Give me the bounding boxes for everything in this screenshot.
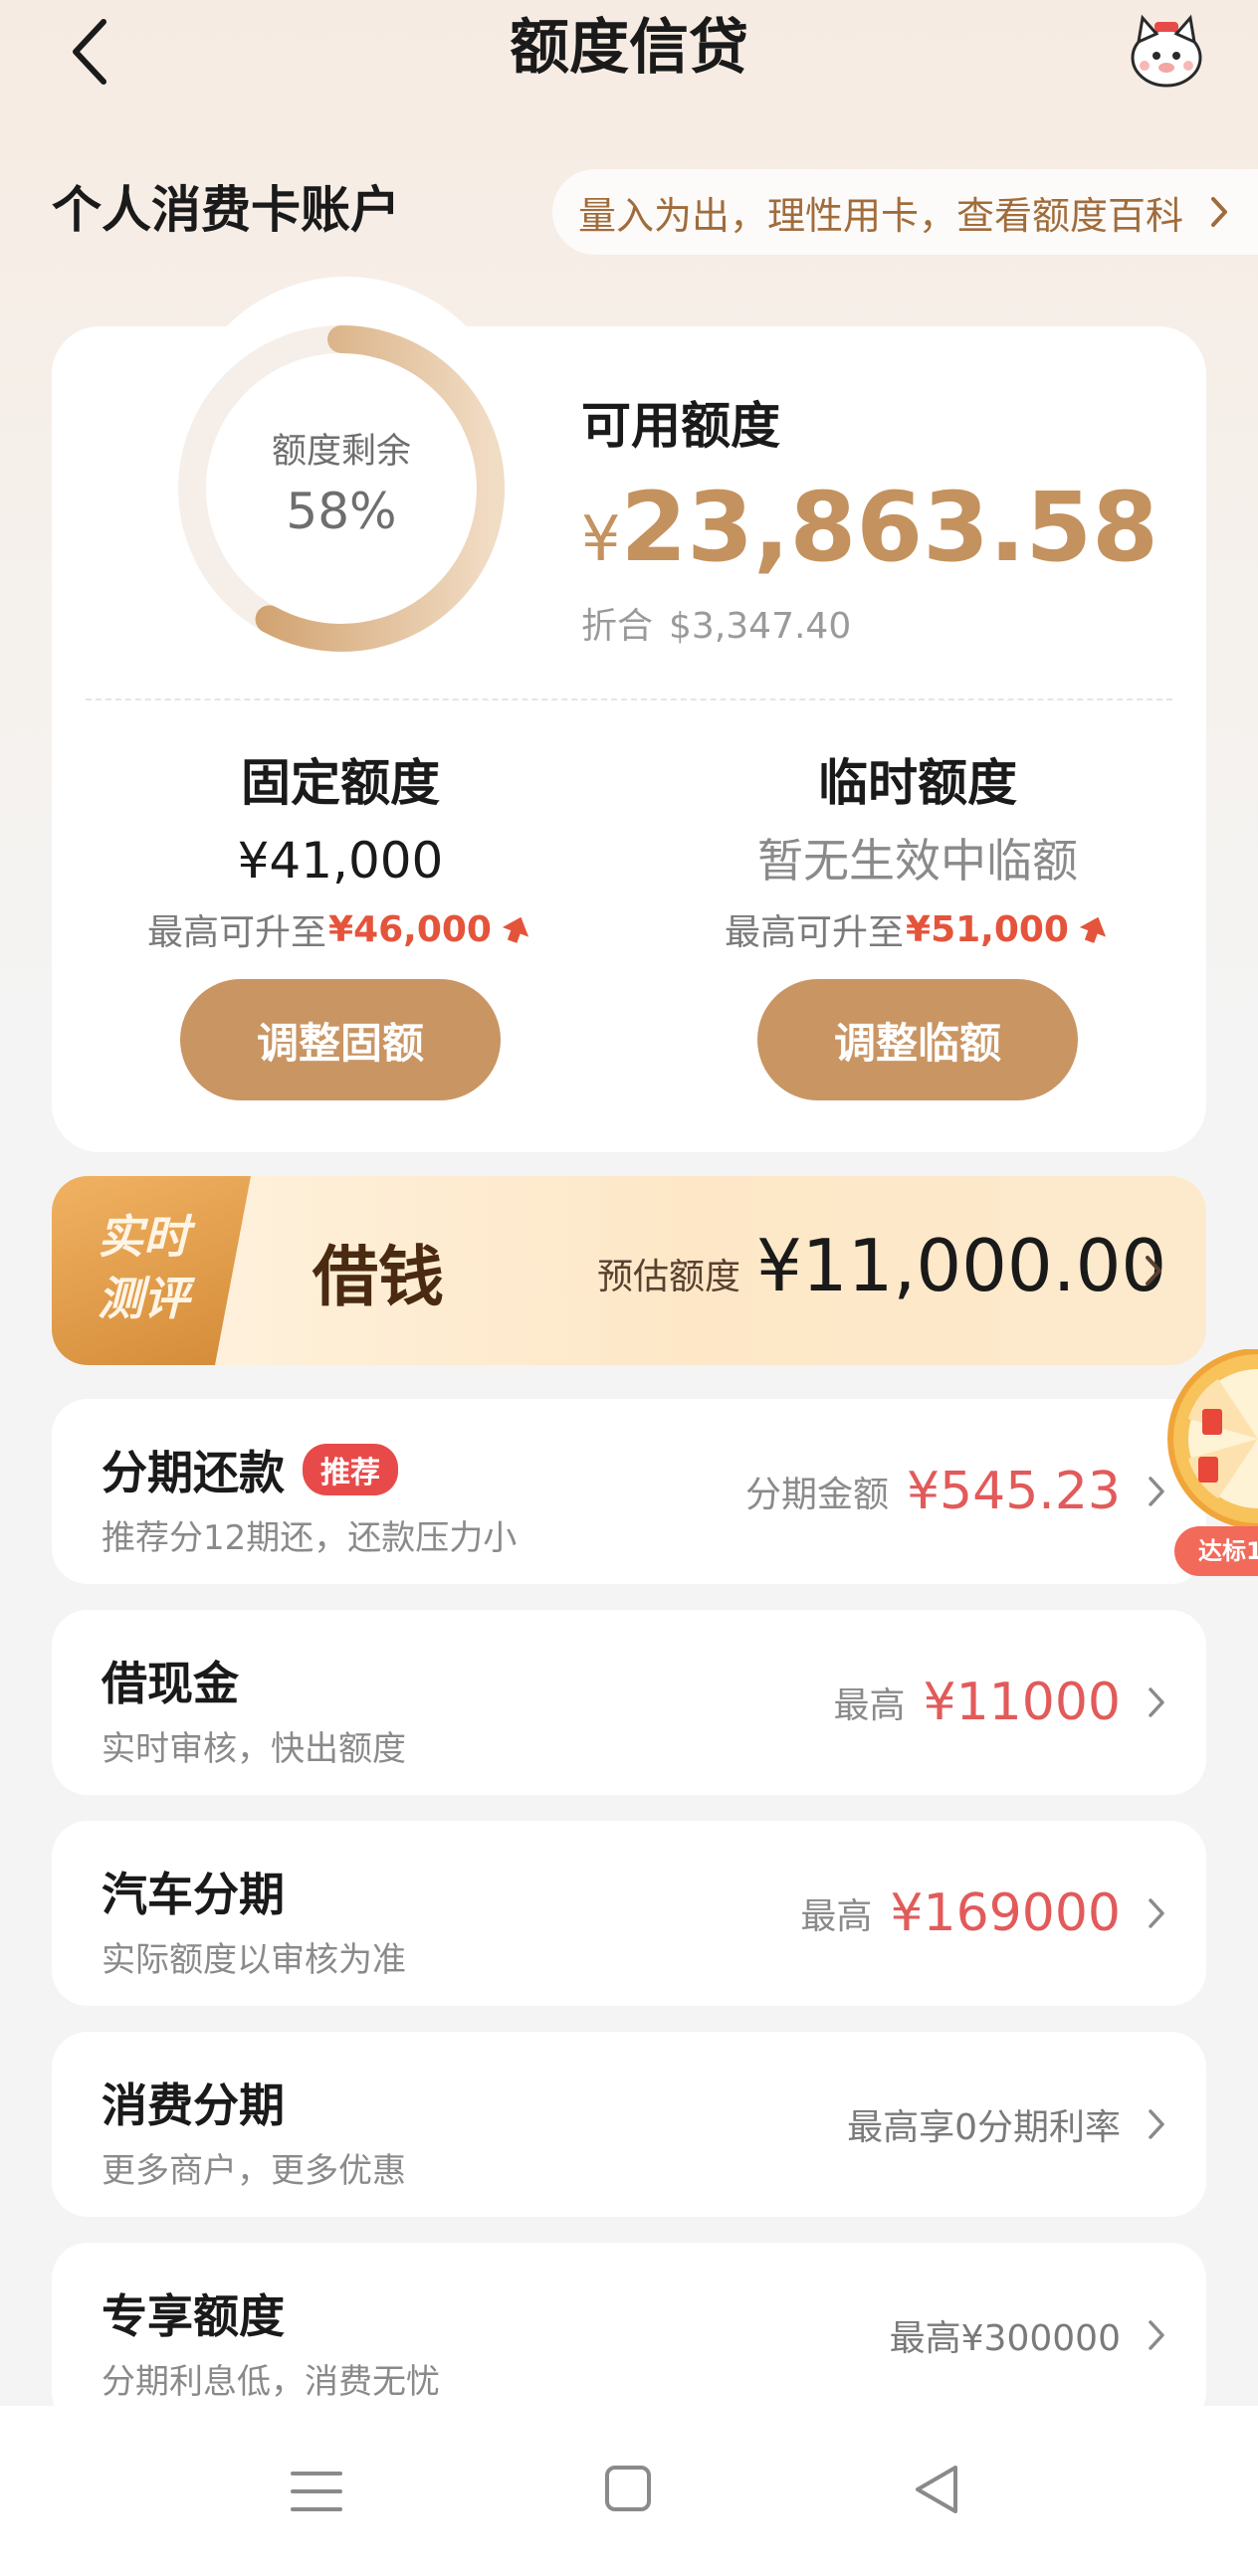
temp-upgrade-value: ¥51,000 [906, 908, 1069, 950]
up-arrow-icon [1079, 916, 1107, 943]
tag-line-1: 实时 [98, 1210, 189, 1264]
notice-text: 量入为出，理性用卡，查看额度百科 [578, 193, 1184, 238]
list-item-consumer-installment[interactable]: 消费分期 更多商户，更多优惠 最高享0分期利率 [52, 2032, 1206, 2217]
card-divider [86, 698, 1172, 700]
temp-limit-upgrade: 最高可升至 ¥51,000 [649, 903, 1186, 955]
item-title: 分期还款 推荐 [102, 1437, 398, 1502]
item-amount-label: 分期金额 [744, 1475, 889, 1515]
item-amount: 最高享0分期利率 [847, 2032, 1121, 2217]
item-title: 专享额度 [102, 2289, 285, 2343]
estimate-label: 预估额度 [597, 1257, 741, 1297]
ring-label: 额度剩余 [271, 432, 411, 472]
item-subtitle: 实时审核，快出额度 [102, 1729, 406, 1769]
item-title: 借现金 [102, 1657, 239, 1710]
temp-limit-column: 临时额度 暂无生效中临额 最高可升至 ¥51,000 调整临额 [649, 748, 1186, 1100]
converted-value: $3,347.40 [669, 606, 852, 647]
converted-label: 折合 [581, 606, 654, 647]
item-subtitle: 推荐分12期还，还款压力小 [102, 1518, 518, 1558]
ring-percent: 58% [286, 483, 397, 540]
borrow-title: 借钱 [313, 1238, 444, 1315]
available-amount-value: 23,863.58 [620, 472, 1158, 583]
account-section-title: 个人消费卡账户 [52, 181, 400, 239]
borrow-banner[interactable]: 实时 测评 借钱 预估额度 ¥11,000.00 [52, 1176, 1206, 1365]
chevron-right-icon [1146, 1256, 1161, 1286]
item-amount-label: 最高 [833, 1685, 906, 1726]
item-title: 汽车分期 [102, 1868, 285, 1921]
fixed-upgrade-value: ¥46,000 [328, 908, 492, 950]
list-item-cash-loan[interactable]: 借现金 实时审核，快出额度 最高 ¥11000 [52, 1610, 1206, 1795]
fixed-limit-title: 固定额度 [241, 754, 440, 812]
item-subtitle: 更多商户，更多优惠 [102, 2151, 406, 2191]
chevron-right-icon [1211, 197, 1227, 227]
home-icon[interactable] [603, 2464, 653, 2513]
currency-symbol: ¥ [581, 502, 621, 575]
item-amount-value: ¥545.23 [906, 1462, 1121, 1521]
recommend-badge: 推荐 [303, 1444, 398, 1495]
item-subtitle: 分期利息低，消费无忧 [102, 2362, 440, 2402]
available-limit-amount: ¥23,863.58 [581, 468, 1158, 599]
temp-limit-value: 暂无生效中临额 [757, 834, 1078, 888]
adjust-temp-limit-button[interactable]: 调整临额 [757, 979, 1078, 1100]
item-subtitle: 实际额度以审核为准 [102, 1940, 406, 1980]
chevron-right-icon [1149, 1898, 1164, 1928]
list-item-installment-repay[interactable]: 分期还款 推荐 推荐分12期还，还款压力小 分期金额 ¥545.23 [52, 1399, 1206, 1584]
item-amount: 最高 ¥11000 [833, 1610, 1121, 1795]
realtime-evaluation-tag: 实时 测评 [52, 1176, 251, 1365]
item-title: 消费分期 [102, 2079, 285, 2132]
up-arrow-icon [502, 916, 529, 943]
wheel-icon[interactable] [1158, 1349, 1258, 1528]
fixed-limit-column: 固定额度 ¥41,000 最高可升至 ¥46,000 调整固额 [72, 748, 609, 1100]
item-amount-label: 最高 [800, 1896, 873, 1937]
fixed-limit-upgrade: 最高可升至 ¥46,000 [72, 903, 609, 955]
tag-line-2: 测评 [98, 1272, 189, 1325]
temp-upgrade-label: 最高可升至 [725, 912, 905, 953]
back-triangle-icon[interactable] [912, 2462, 961, 2517]
menu-icon[interactable] [289, 2466, 344, 2517]
fixed-limit-value: ¥41,000 [237, 832, 444, 890]
fixed-upgrade-label: 最高可升至 [147, 912, 327, 953]
item-amount: 最高¥300000 [890, 2243, 1121, 2428]
item-amount-text: 最高享0分期利率 [847, 2107, 1121, 2148]
notice-banner[interactable]: 量入为出，理性用卡，查看额度百科 [552, 169, 1258, 255]
item-title-text: 分期还款 [102, 1446, 285, 1499]
estimate-amount: ¥11,000.00 [756, 1224, 1167, 1307]
chevron-right-icon [1149, 2109, 1164, 2139]
item-amount-text: 最高¥300000 [889, 2318, 1121, 2359]
item-amount-value: ¥169000 [890, 1883, 1121, 1943]
list-item-car-installment[interactable]: 汽车分期 实际额度以审核为准 最高 ¥169000 [52, 1821, 1206, 2006]
adjust-fixed-limit-button[interactable]: 调整固额 [180, 979, 501, 1100]
chevron-right-icon [1149, 1687, 1164, 1717]
mascot-icon[interactable] [1125, 8, 1208, 92]
available-limit-title: 可用额度 [581, 397, 780, 455]
wheel-tag[interactable]: 达标1 [1174, 1526, 1258, 1576]
item-amount: 最高 ¥169000 [800, 1821, 1121, 2006]
temp-limit-title: 临时额度 [818, 754, 1017, 812]
item-amount-value: ¥11000 [923, 1673, 1121, 1732]
list-item-exclusive-limit[interactable]: 专享额度 分期利息低，消费无忧 最高¥300000 [52, 2243, 1206, 2428]
chevron-right-icon [1149, 2320, 1164, 2350]
item-amount: 分期金额 ¥545.23 [745, 1399, 1121, 1584]
page-title: 额度信贷 [510, 13, 748, 83]
converted-amount: 折合 $3,347.40 [581, 597, 867, 649]
